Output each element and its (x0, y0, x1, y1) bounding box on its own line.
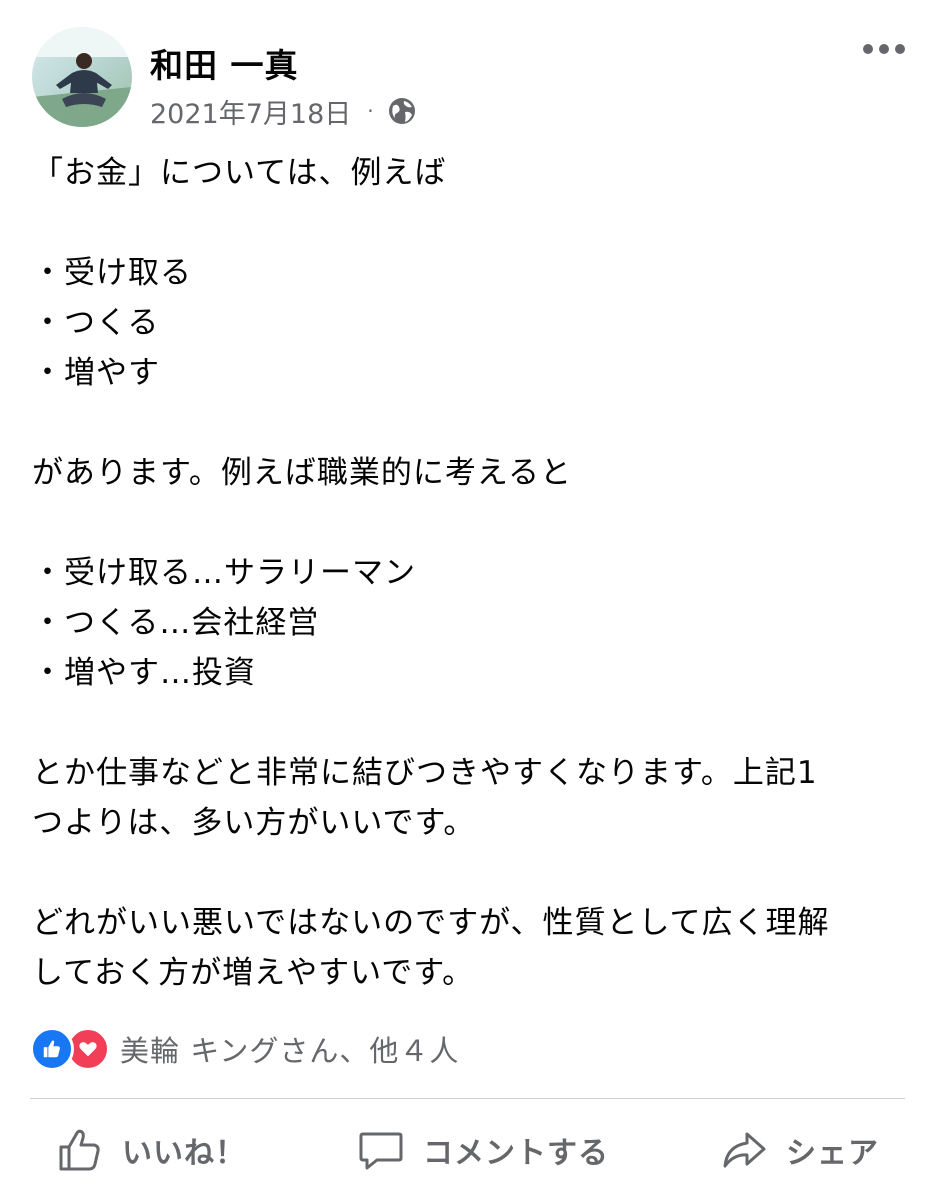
post-line: ・受け取る…サラリーマン (32, 555, 416, 591)
post-line: ・つくる…会社経営 (32, 605, 320, 641)
like-reaction-icon (30, 1027, 74, 1071)
post-line: どれがいい悪いではないのですが、性質として広く理解 (32, 905, 830, 941)
post-line (32, 498, 907, 548)
share-icon (723, 1132, 766, 1168)
comment-icon (359, 1132, 403, 1170)
post-line (32, 198, 907, 248)
author-name[interactable]: 和田 一真 (150, 39, 299, 87)
reactions-text: 美輪 キングさん、他４人 (120, 1034, 460, 1068)
like-label: いいね！ (122, 1136, 246, 1171)
post-line: ・受け取る (32, 255, 192, 291)
post-line: しておく方が増えやすいです。 (32, 955, 475, 991)
thumbs-up-icon (59, 1129, 100, 1171)
globe-icon (386, 95, 418, 127)
post-line: ・つくる (32, 305, 160, 341)
post-header: 和田 一真 2021年7月18日 · (32, 27, 912, 131)
post-meta: 2021年7月18日 · (150, 92, 418, 131)
share-label: シェア (786, 1136, 879, 1171)
post-line: つよりは、多い方がいいです。 (32, 805, 476, 841)
post-date[interactable]: 2021年7月18日 (150, 92, 351, 131)
like-button[interactable]: いいね！ (30, 1126, 272, 1174)
post-line: があります。例えば職業的に考えると (32, 455, 572, 491)
post-line: ・増やす (32, 355, 160, 391)
avatar[interactable] (32, 27, 132, 127)
comment-label: コメントする (423, 1136, 609, 1171)
comment-button[interactable]: コメントする (331, 1126, 635, 1174)
post-line (32, 698, 907, 748)
post-line: とか仕事などと非常に結びつきやすくなります。上記1 (32, 755, 818, 791)
share-button[interactable]: シェア (694, 1126, 905, 1174)
post-line (32, 398, 907, 448)
meta-separator: · (367, 99, 374, 123)
post-line (32, 848, 907, 898)
post-line: 「お金」については、例えば (32, 155, 447, 191)
action-bar: いいね！ コメントする シェア (30, 1106, 905, 1194)
post-body: 「お金」については、例えば ・受け取る ・つくる ・増やす があります。例えば職… (32, 148, 907, 998)
more-options-icon[interactable] (863, 44, 905, 54)
divider (30, 1098, 905, 1099)
post-line: ・増やす…投資 (32, 655, 256, 691)
reactions-summary[interactable]: 美輪 キングさん、他４人 (30, 1027, 459, 1071)
